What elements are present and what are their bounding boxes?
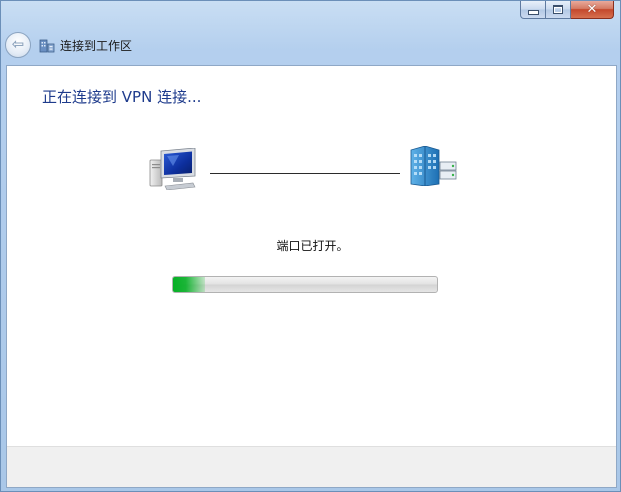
minimize-icon bbox=[527, 10, 539, 15]
dialog-footer bbox=[7, 446, 616, 487]
status-text: 端口已打开。 bbox=[276, 239, 349, 253]
server-icon bbox=[410, 146, 457, 186]
progress-fill bbox=[173, 277, 205, 292]
back-arrow-icon: ⇦ bbox=[11, 35, 25, 53]
computer-icon bbox=[149, 148, 196, 190]
close-button[interactable]: ✕ bbox=[571, 1, 614, 19]
maximize-button[interactable] bbox=[546, 1, 571, 19]
maximize-icon bbox=[553, 5, 563, 14]
connection-line bbox=[210, 173, 400, 174]
connection-progress-bar bbox=[172, 276, 438, 293]
close-icon: ✕ bbox=[586, 2, 598, 17]
content-panel: 正在连接到 VPN 连接... 端口已打开。 bbox=[6, 65, 617, 488]
navigation-bar: ⇦ 连接到工作区 bbox=[5, 31, 132, 59]
minimize-button[interactable] bbox=[520, 1, 546, 19]
back-button[interactable]: ⇦ bbox=[5, 32, 31, 58]
workplace-network-icon bbox=[39, 39, 55, 53]
page-heading: 正在连接到 VPN 连接... bbox=[42, 88, 202, 106]
dialog-window: ✕ ⇦ 连接到工作区 正在连接到 VPN 连接... 端口已打开。 bbox=[0, 0, 621, 492]
window-title: 连接到工作区 bbox=[60, 38, 133, 53]
caption-buttons: ✕ bbox=[520, 1, 614, 19]
